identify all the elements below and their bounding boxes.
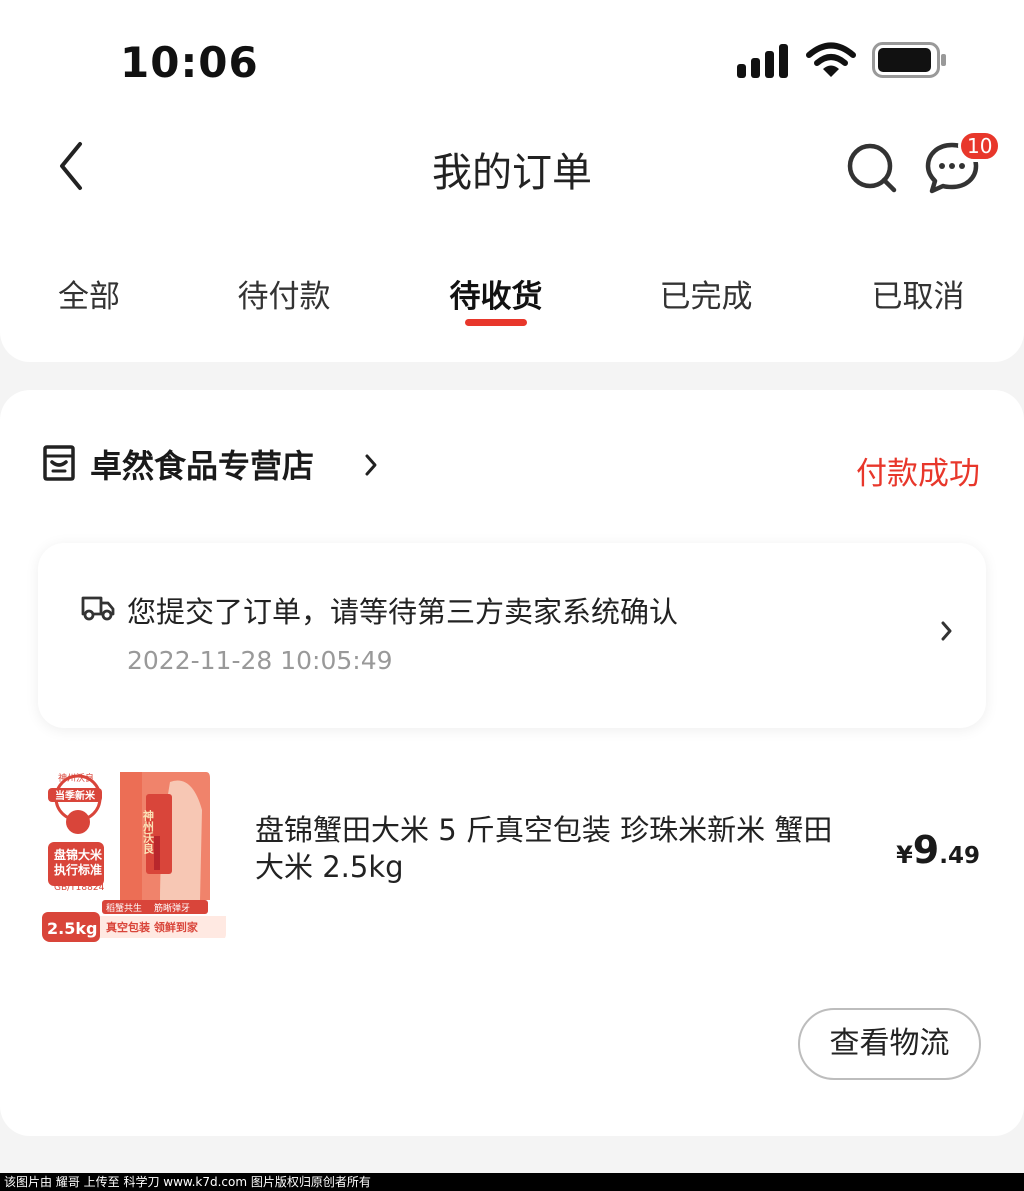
image-standard: GB/T18824 (54, 883, 105, 893)
shop-name[interactable]: 卓然食品专营店 (90, 441, 314, 487)
watermark-footer: 该图片由 耀哥 上传至 科学刀 www.k7d.com 图片版权归原创者所有 (0, 1173, 1024, 1191)
tab-all[interactable]: 全部 (58, 271, 120, 316)
search-icon[interactable] (844, 140, 900, 196)
image-label-2: 执行标准 (54, 862, 102, 877)
order-status: 付款成功 (856, 456, 980, 492)
view-logistics-button[interactable]: 查看物流 (798, 1008, 981, 1080)
notice-text: 您提交了订单，请等待第三方卖家系统确认 (127, 595, 679, 629)
active-tab-indicator (465, 319, 527, 326)
product-image[interactable]: 当季新米 神州沃良 盘锦大米 执行标准 GB/T18824 2.5kg 真空包装… (42, 770, 226, 942)
rice-bag-illustration: 当季新米 神州沃良 盘锦大米 执行标准 GB/T18824 2.5kg 真空包装… (42, 770, 226, 942)
tab-pending-receipt[interactable]: 待收货 (450, 271, 543, 316)
notice-time: 2022-11-28 10:05:49 (127, 646, 393, 675)
shop-icon (43, 445, 75, 481)
product-title[interactable]: 盘锦蟹田大米 5 斤真空包装 珍珠米新米 蟹田大米 2.5kg (255, 812, 855, 886)
order-notice[interactable] (38, 543, 986, 728)
image-banner-2: 筋晰弹牙 (154, 902, 190, 914)
battery-icon (872, 42, 946, 78)
tab-pending-payment[interactable]: 待付款 (238, 271, 331, 316)
image-weight: 2.5kg (47, 919, 97, 938)
image-top-badge: 当季新米 (55, 789, 96, 802)
chevron-right-icon[interactable] (940, 620, 954, 642)
signal-icon (737, 44, 791, 78)
truck-icon (81, 596, 115, 621)
tab-cancelled[interactable]: 已取消 (872, 271, 965, 316)
price-integer: 9 (912, 828, 940, 872)
wifi-icon (806, 42, 856, 77)
image-brand-small: 神州沃良 (58, 772, 94, 784)
product-price: ¥9.49 (896, 828, 980, 872)
chevron-right-icon[interactable] (364, 452, 378, 478)
status-time: 10:06 (120, 38, 259, 87)
tab-completed[interactable]: 已完成 (660, 271, 753, 316)
image-banner-1: 稻蟹共生 (106, 902, 142, 914)
price-decimal: .49 (939, 843, 980, 869)
message-badge: 10 (958, 130, 1002, 162)
image-label-1: 盘锦大米 (54, 847, 103, 862)
image-banner-3: 真空包装 领鲜到家 (106, 920, 199, 934)
image-brand-vertical: 神州沃良 (142, 809, 156, 855)
price-currency: ¥ (896, 841, 913, 869)
